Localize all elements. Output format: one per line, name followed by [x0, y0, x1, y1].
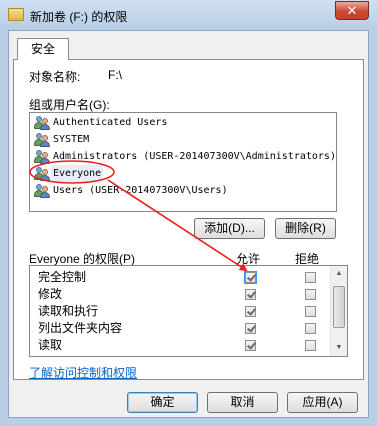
user-name: Administrators (USER-201407300V\Administ…	[53, 151, 336, 162]
object-name-value: F:\	[108, 68, 122, 82]
permission-list: 完全控制 修改 读取和执行 列出文件夹内容 读取 ▲ ▼	[29, 265, 348, 357]
allow-checkbox[interactable]	[244, 271, 257, 284]
deny-checkbox[interactable]	[305, 272, 316, 283]
user-group-icon	[34, 132, 50, 147]
window-title: 新加卷 (F:) 的权限	[30, 10, 128, 24]
permission-row: 读取	[30, 337, 322, 354]
apply-button[interactable]: 应用(A)	[287, 392, 358, 413]
permission-name: 列出文件夹内容	[38, 321, 123, 335]
permission-scrollbar[interactable]: ▲ ▼	[330, 266, 347, 356]
permission-row: 列出文件夹内容	[30, 320, 322, 337]
user-name: Authenticated Users	[53, 117, 168, 128]
deny-checkbox[interactable]	[305, 289, 316, 300]
user-name: Everyone	[51, 165, 104, 182]
folder-icon	[8, 8, 24, 21]
remove-button[interactable]: 删除(R)	[275, 218, 336, 239]
permission-name: 读取和执行	[38, 304, 99, 318]
permission-name: 完全控制	[38, 270, 87, 284]
permission-name: 修改	[38, 287, 63, 301]
scroll-up-icon[interactable]: ▲	[331, 266, 347, 282]
add-button[interactable]: 添加(D)...	[194, 218, 265, 239]
deny-checkbox[interactable]	[305, 323, 316, 334]
user-group-icon	[34, 183, 50, 198]
user-group-icon	[34, 115, 50, 130]
allow-checkbox[interactable]	[245, 340, 256, 351]
allow-checkbox[interactable]	[245, 289, 256, 300]
scroll-down-icon[interactable]: ▼	[331, 340, 347, 356]
user-group-icon	[34, 166, 50, 181]
allow-checkbox[interactable]	[245, 306, 256, 317]
user-list[interactable]: Authenticated Users SYSTEM Administrator…	[29, 112, 337, 212]
permission-row: 读取和执行	[30, 303, 322, 320]
user-name: SYSTEM	[53, 134, 90, 145]
user-group-icon	[34, 149, 50, 164]
ok-button[interactable]: 确定	[127, 392, 198, 413]
groups-label: 组或用户名(G):	[29, 98, 110, 112]
cancel-button[interactable]: 取消	[207, 392, 278, 413]
permission-row: 修改	[30, 286, 322, 303]
permission-row: 完全控制	[30, 269, 322, 286]
deny-checkbox[interactable]	[305, 306, 316, 317]
tab-security[interactable]: 安全	[17, 38, 69, 60]
scroll-thumb[interactable]	[333, 286, 345, 328]
deny-checkbox[interactable]	[305, 340, 316, 351]
access-control-help-link[interactable]: 了解访问控制和权限	[29, 364, 137, 381]
object-name-label: 对象名称:	[29, 70, 81, 84]
title-bar[interactable]: 新加卷 (F:) 的权限 ✕	[0, 0, 377, 30]
user-name: Users (USER-201407300V\Users)	[53, 185, 228, 196]
allow-checkbox[interactable]	[245, 323, 256, 334]
permission-name: 读取	[38, 338, 63, 352]
close-button[interactable]: ✕	[335, 1, 369, 20]
